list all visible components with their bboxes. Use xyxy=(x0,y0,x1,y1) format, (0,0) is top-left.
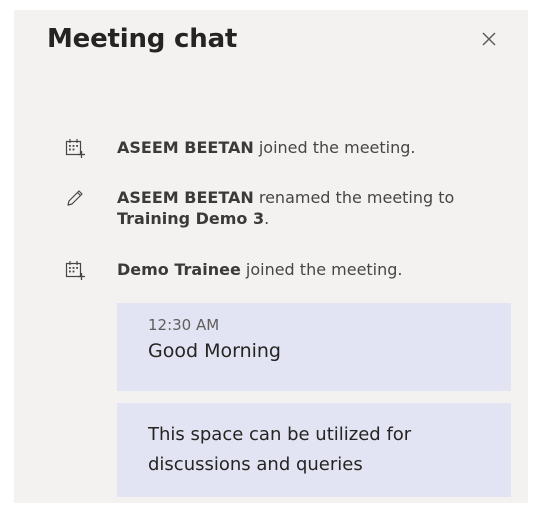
message-text: This space can be utilized for discussio… xyxy=(148,424,412,475)
meeting-chat-panel: Meeting chat ASEEM BEETAN joined the mee… xyxy=(14,10,528,503)
calendar-add-icon xyxy=(64,259,86,281)
pencil-icon xyxy=(64,187,86,209)
event-user: ASEEM BEETAN xyxy=(117,138,254,157)
event-user: Demo Trainee xyxy=(117,260,241,279)
message-text: Good Morning xyxy=(148,340,281,362)
event-user: ASEEM BEETAN xyxy=(117,188,254,207)
panel-title: Meeting chat xyxy=(47,24,238,54)
chat-message[interactable]: This space can be utilized for discussio… xyxy=(117,403,511,497)
close-button[interactable] xyxy=(474,24,504,54)
close-icon xyxy=(482,32,496,46)
event-text: renamed the meeting to xyxy=(253,188,455,207)
chat-message[interactable]: 12:30 AM Good Morning xyxy=(117,303,511,391)
meeting-name: Training Demo 3 xyxy=(117,209,265,228)
event-text: joined the meeting. xyxy=(240,260,403,279)
event-text: joined the meeting. xyxy=(253,138,416,157)
message-timestamp: 12:30 AM xyxy=(148,316,220,334)
calendar-add-icon xyxy=(64,137,86,159)
event-suffix: . xyxy=(264,209,270,228)
